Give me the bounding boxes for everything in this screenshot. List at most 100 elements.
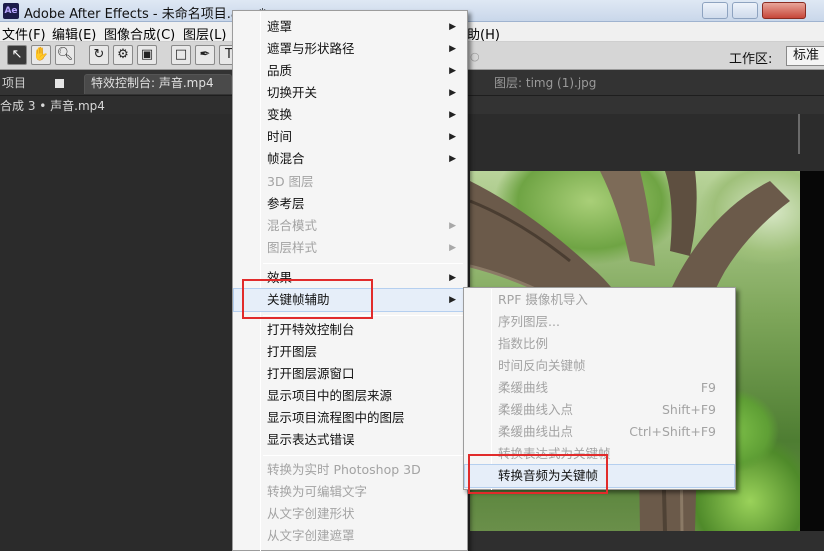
submenu-arrow-icon: ▶ <box>449 221 456 231</box>
lock-icon[interactable] <box>55 79 64 88</box>
shortcut-label: Ctrl+Shift+F9 <box>629 424 716 439</box>
pan-behind-tool-icon[interactable]: ▣ <box>137 45 157 65</box>
menu-item-label: 混合模式 <box>267 218 318 233</box>
shortcut-label: F9 <box>700 380 716 395</box>
menu-item-time[interactable]: 时间 ▶ <box>234 126 466 148</box>
hand-tool-icon[interactable]: ✋ <box>31 45 51 65</box>
submenu-arrow-icon: ▶ <box>449 273 456 283</box>
menu-item-label: 打开图层 <box>267 344 318 359</box>
menu-help[interactable]: 助(H) <box>467 24 500 43</box>
menu-item-open-effect-controls[interactable]: 打开特效控制台 <box>234 319 466 341</box>
after-effects-app-icon: Ae <box>3 3 19 19</box>
menu-item-convert-to-live-photoshop-3d[interactable]: 转换为实时 Photoshop 3D <box>234 459 466 481</box>
submenu-arrow-icon: ▶ <box>449 22 456 32</box>
submenu-arrow-icon: ▶ <box>449 154 456 164</box>
image-black-edge <box>800 171 824 531</box>
menu-item-label: 打开图层源窗口 <box>267 366 355 381</box>
submenu-item-sequence-layers[interactable]: 序列图层... <box>465 311 734 333</box>
menu-layer[interactable]: 图层(L) <box>183 24 226 43</box>
submenu-item-label: 柔缓曲线 <box>498 380 549 395</box>
menu-item-create-masks-from-text[interactable]: 从文字创建遮罩 <box>234 525 466 547</box>
submenu-item-label: 时间反向关键帧 <box>498 358 586 373</box>
menu-item-quality[interactable]: 品质 ▶ <box>234 60 466 82</box>
menu-item-label: 帧混合 <box>267 151 305 166</box>
menu-item-open-layer-source[interactable]: 打开图层源窗口 <box>234 363 466 385</box>
submenu-arrow-icon: ▶ <box>449 132 456 142</box>
menu-item-label: 参考层 <box>267 196 305 211</box>
close-button[interactable] <box>762 2 806 19</box>
annotation-highlight-keyframe-assistant <box>242 279 373 319</box>
annotation-highlight-convert-audio <box>468 454 608 494</box>
menu-item-label: 品质 <box>267 63 293 78</box>
menu-item-guide-layer[interactable]: 参考层 <box>234 193 466 215</box>
menu-item-label: 显示项目流程图中的图层 <box>267 410 405 425</box>
menu-item-blending-mode[interactable]: 混合模式 ▶ <box>234 215 466 237</box>
menu-composition[interactable]: 图像合成(C) <box>104 24 175 43</box>
submenu-item-rpf-camera-import[interactable]: RPF 摄像机导入 <box>465 289 734 311</box>
menu-item-label: 打开特效控制台 <box>267 322 355 337</box>
menu-item-label: 转换为实时 Photoshop 3D <box>267 462 421 477</box>
menu-item-label: 遮罩与形状路径 <box>267 41 355 56</box>
menu-item-transform[interactable]: 变换 ▶ <box>234 104 466 126</box>
submenu-arrow-icon: ▶ <box>449 243 456 253</box>
menu-item-show-expression-errors[interactable]: 显示表达式错误 <box>234 429 466 451</box>
window-title: Adobe After Effects - 未命名项目.aep * <box>24 7 266 22</box>
workspace-label: 工作区: <box>729 52 773 67</box>
tab-layer[interactable]: 图层: timg (1).jpg <box>494 74 596 92</box>
menu-item-mask[interactable]: 遮罩 ▶ <box>234 16 466 38</box>
menu-item-convert-to-editable-text[interactable]: 转换为可编辑文字 <box>234 481 466 503</box>
rectangle-tool-icon[interactable]: □ <box>171 45 191 65</box>
selection-tool-icon[interactable]: ↖ <box>7 45 27 65</box>
menu-edit[interactable]: 编辑(E) <box>52 24 96 43</box>
submenu-item-exponential-scale[interactable]: 指数比例 <box>465 333 734 355</box>
submenu-item-label: 指数比例 <box>498 336 549 351</box>
menu-item-frame-blending[interactable]: 帧混合 ▶ <box>234 148 466 170</box>
submenu-arrow-icon: ▶ <box>449 44 456 54</box>
menu-item-layer-styles[interactable]: 图层样式 ▶ <box>234 237 466 259</box>
tab-project[interactable]: 项目 <box>2 74 26 92</box>
viewer-divider <box>798 114 800 154</box>
menu-item-label: 显示项目中的图层来源 <box>267 388 393 403</box>
tab-effect-controls[interactable]: 特效控制台: 声音.mp4 <box>91 74 214 92</box>
menu-separator <box>263 263 463 264</box>
menu-item-reveal-layer-in-flowchart[interactable]: 显示项目流程图中的图层 <box>234 407 466 429</box>
menu-item-switches[interactable]: 切换开关 ▶ <box>234 82 466 104</box>
menu-item-label: 变换 <box>267 107 293 122</box>
rotate-tool-icon[interactable]: ↻ <box>89 45 109 65</box>
comp-breadcrumb[interactable]: 合成 3 • 声音.mp4 <box>0 97 105 114</box>
menu-item-3d-layer[interactable]: 3D 图层 <box>234 171 466 193</box>
menu-separator <box>263 455 463 456</box>
menu-item-label: 切换开关 <box>267 85 318 100</box>
menu-item-reveal-layer-source-in-project[interactable]: 显示项目中的图层来源 <box>234 385 466 407</box>
menu-item-label: 从文字创建遮罩 <box>267 528 355 543</box>
submenu-item-label: 序列图层... <box>498 314 560 329</box>
workspace-dropdown[interactable]: 标准 <box>786 46 824 66</box>
disabled-toolbar-icon: ○ <box>470 50 480 63</box>
menu-item-open-layer[interactable]: 打开图层 <box>234 341 466 363</box>
submenu-item-label: 柔缓曲线出点 <box>498 424 574 439</box>
submenu-item-easy-ease[interactable]: 柔缓曲线 F9 <box>465 377 734 399</box>
submenu-arrow-icon: ▶ <box>449 110 456 120</box>
menu-item-mask-and-shape-path[interactable]: 遮罩与形状路径 ▶ <box>234 38 466 60</box>
submenu-arrow-icon: ▶ <box>449 66 456 76</box>
viewer-header <box>466 96 824 114</box>
submenu-arrow-icon: ▶ <box>449 295 456 305</box>
menu-item-label: 转换为可编辑文字 <box>267 484 368 499</box>
submenu-item-time-reverse-keyframes[interactable]: 时间反向关键帧 <box>465 355 734 377</box>
pen-tool-icon[interactable]: ✒ <box>195 45 215 65</box>
zoom-tool-icon[interactable]: 🔍︎ <box>55 45 75 65</box>
maximize-button[interactable] <box>732 2 758 19</box>
menu-file[interactable]: 文件(F) <box>2 24 46 43</box>
title-bar-right <box>470 0 824 22</box>
minimize-button[interactable] <box>702 2 728 19</box>
submenu-item-easy-ease-out[interactable]: 柔缓曲线出点 Ctrl+Shift+F9 <box>465 421 734 443</box>
menu-item-label: 从文字创建形状 <box>267 506 355 521</box>
shortcut-label: Shift+F9 <box>661 402 716 417</box>
menu-item-create-shapes-from-text[interactable]: 从文字创建形状 <box>234 503 466 525</box>
submenu-item-easy-ease-in[interactable]: 柔缓曲线入点 Shift+F9 <box>465 399 734 421</box>
menu-item-label: 图层样式 <box>267 240 318 255</box>
menu-item-label: 显示表达式错误 <box>267 432 355 447</box>
camera-tool-icon[interactable]: ⚙ <box>113 45 133 65</box>
menu-item-label: 时间 <box>267 129 293 144</box>
menu-item-label: 3D 图层 <box>267 174 314 189</box>
